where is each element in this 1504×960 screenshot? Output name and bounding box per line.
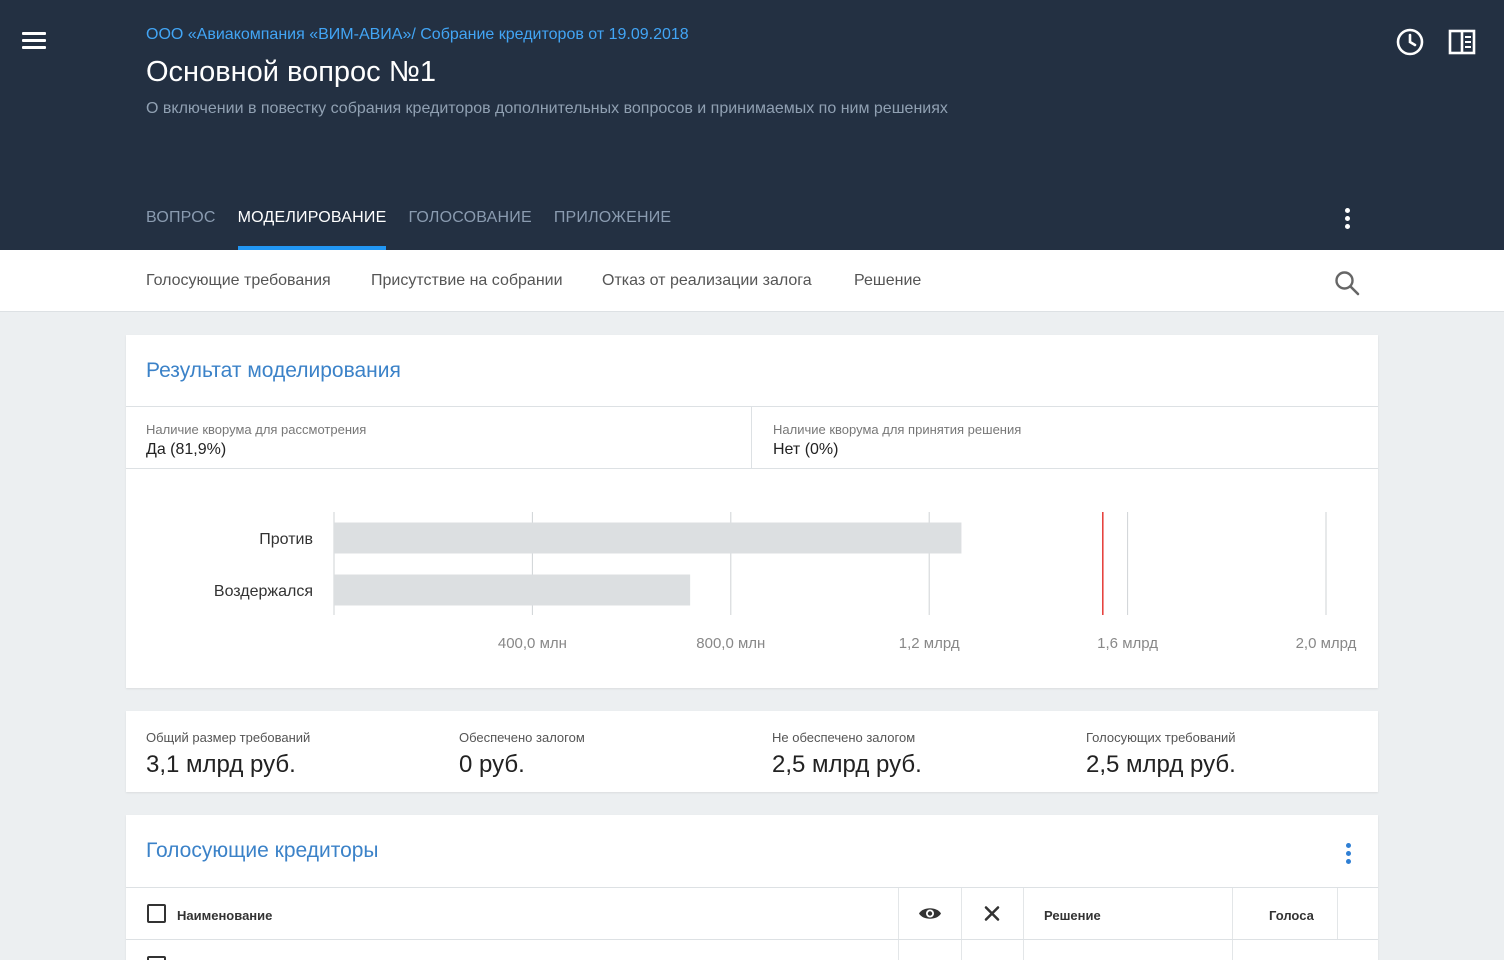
tab-modeling[interactable]: МОДЕЛИРОВАНИЕ [237, 196, 387, 250]
bar [334, 522, 962, 554]
main-tabs: ВОПРОС МОДЕЛИРОВАНИЕ ГОЛОСОВАНИЕ ПРИЛОЖЕ… [146, 196, 693, 250]
claims-summary-card: Общий размер требований 3,1 млрд руб. Об… [126, 711, 1378, 792]
column-votes-header[interactable]: Голоса [1269, 908, 1314, 923]
page-title: Основной вопрос №1 [146, 56, 436, 88]
column-divider [1337, 888, 1338, 939]
tab-question[interactable]: ВОПРОС [146, 196, 216, 250]
search-icon[interactable] [1332, 268, 1362, 298]
votes-bar-chart: 400,0 млн 800,0 млн 1,2 млрд 1,6 млрд 2,0 мл… [126, 469, 1378, 688]
page-subtitle: О включении в повестку собрания кредитор… [146, 100, 948, 117]
row-checkbox[interactable] [147, 956, 166, 960]
x-tick-label: 1,6 млрд [1097, 635, 1158, 652]
stat-label: Голосующих требований [1086, 730, 1236, 745]
column-divider [961, 888, 962, 939]
stat-value: 0 руб. [459, 751, 525, 778]
app-header: ООО «Авиакомпания «ВИМ-АВИА»/ Собрание к… [0, 0, 1504, 250]
column-divider [961, 940, 962, 960]
subnav-decision[interactable]: Решение [854, 272, 921, 290]
modeling-result-card: Результат моделирования Наличие кворума … [126, 335, 1378, 688]
more-vert-icon[interactable] [1337, 205, 1357, 235]
subnav-voting-claims[interactable]: Голосующие требования [146, 272, 331, 290]
stat-value: 3,1 млрд руб. [146, 751, 296, 778]
visibility-icon[interactable] [917, 888, 943, 939]
stat-label: Не обеспечено залогом [772, 730, 916, 745]
column-decision-header[interactable]: Решение [1044, 908, 1101, 923]
tab-voting[interactable]: ГОЛОСОВАНИЕ [408, 196, 531, 250]
menu-icon[interactable] [22, 28, 52, 56]
voting-creditors-title: Голосующие кредиторы [146, 839, 379, 862]
chart-svg: 400,0 млн 800,0 млн 1,2 млрд 1,6 млрд 2,0 мл… [214, 512, 1357, 652]
divider [751, 407, 752, 468]
x-tick-label: 800,0 млн [696, 635, 765, 652]
select-all-checkbox[interactable] [147, 904, 166, 923]
modeling-result-title: Результат моделирования [146, 359, 401, 382]
subnav-pledge-waiver[interactable]: Отказ от реализации залога [602, 272, 812, 290]
quorum-decision-label: Наличие кворума для принятия решения [773, 422, 1022, 437]
column-divider [1232, 888, 1233, 939]
column-divider [898, 888, 899, 939]
quorum-decision-value: Нет (0%) [773, 441, 839, 458]
subnav-attendance[interactable]: Присутствие на собрании [371, 272, 563, 290]
column-divider [1023, 888, 1024, 939]
bar [334, 574, 691, 606]
voting-creditors-card: Голосующие кредиторы Наименование Решени… [126, 815, 1378, 960]
column-name-header[interactable]: Наименование [177, 908, 272, 923]
column-divider [898, 940, 899, 960]
sub-navigation: Голосующие требования Присутствие на соб… [0, 250, 1504, 312]
close-icon[interactable] [983, 888, 1001, 939]
more-vert-icon[interactable] [1338, 840, 1358, 870]
breadcrumb[interactable]: ООО «Авиакомпания «ВИМ-АВИА»/ Собрание к… [146, 26, 689, 44]
x-tick-label: 2,0 млрд [1296, 635, 1357, 652]
table-header: Наименование Решение Голоса [126, 887, 1378, 940]
stat-label: Обеспечено залогом [459, 730, 585, 745]
stat-value: 2,5 млрд руб. [772, 751, 922, 778]
column-divider [1232, 940, 1233, 960]
stat-value: 2,5 млрд руб. [1086, 751, 1236, 778]
x-tick-label: 400,0 млн [498, 635, 567, 652]
side-panel-icon[interactable] [1447, 27, 1477, 57]
category-label: Воздержался [214, 583, 313, 600]
tab-attachment[interactable]: ПРИЛОЖЕНИЕ [554, 196, 671, 250]
stat-label: Общий размер требований [146, 730, 311, 745]
x-tick-label: 1,2 млрд [899, 635, 960, 652]
quorum-review-value: Да (81,9%) [146, 441, 227, 458]
table-row[interactable] [126, 940, 1378, 960]
quorum-review-label: Наличие кворума для рассмотрения [146, 422, 367, 437]
quorum-row: Наличие кворума для рассмотрения Да (81,… [126, 406, 1378, 469]
history-clock-icon[interactable] [1395, 27, 1425, 57]
column-divider [1023, 940, 1024, 960]
category-label: Против [259, 531, 313, 548]
